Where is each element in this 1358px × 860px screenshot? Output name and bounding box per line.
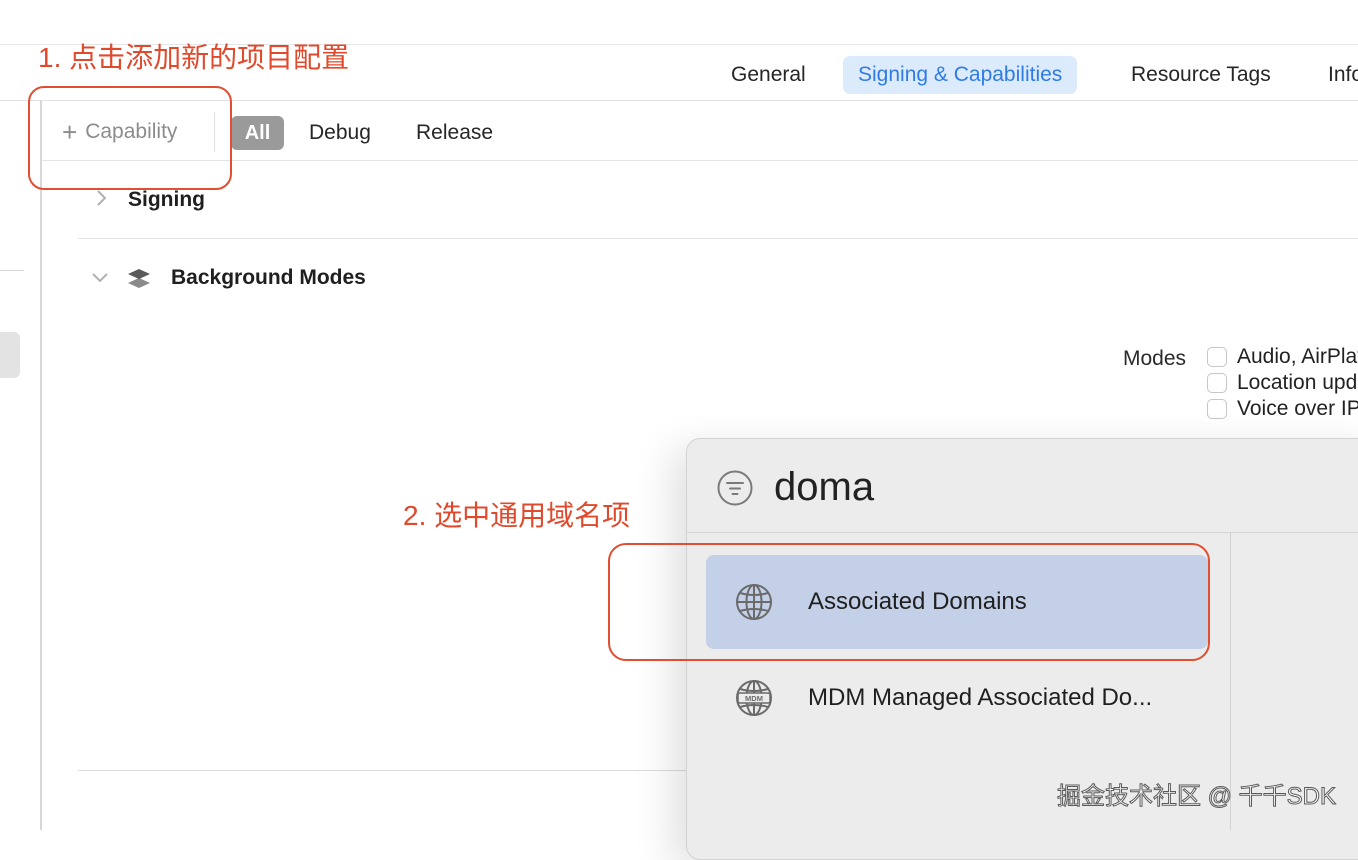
mode-option[interactable]: Location updates [1207,370,1358,396]
filter-release[interactable]: Release [416,116,493,150]
chevron-right-icon[interactable] [94,188,108,214]
tab-signing-capabilities[interactable]: Signing & Capabilities [843,56,1078,94]
mdm-globe-icon: MDM [736,680,772,716]
annotation-step-1: 1. 点击添加新的项目配置 [38,42,350,73]
tab-resource-tags[interactable]: Resource Tags [1131,56,1271,94]
section-signing-title[interactable]: Signing [128,188,205,212]
modes-list: Audio, AirPlay, and Picture in Picture L… [1207,344,1358,444]
mode-option-label: Location updates [1237,371,1358,394]
mode-option-label: Voice over IP [1237,397,1358,420]
chevron-down-icon[interactable] [90,270,110,289]
editor-left-border [40,100,42,830]
toolbar-divider [42,160,1358,161]
tab-info[interactable]: Info [1328,56,1358,94]
filter-all[interactable]: All [231,116,284,150]
navigator-selection[interactable] [0,332,20,378]
section-divider [78,238,1358,239]
filter-debug[interactable]: Debug [309,116,371,150]
layers-icon [125,264,153,297]
capability-search-input[interactable]: doma [774,462,874,512]
watermark: 掘金技术社区 @ 千千SDK [1056,783,1336,811]
mode-option[interactable]: Voice over IP [1207,396,1358,422]
section-background-modes-title[interactable]: Background Modes [171,266,366,290]
modes-label: Modes [1123,347,1187,370]
checkbox[interactable] [1207,399,1227,419]
section-divider [78,770,688,771]
result-mdm-managed-associated-domains[interactable]: MDM MDM Managed Associated Do... [706,651,1208,745]
popup-search-divider [686,532,1358,533]
navigator-divider [0,270,24,271]
annotation-highlight-add-capability [28,86,232,190]
annotation-step-2: 2. 选中通用域名项 [403,500,631,531]
mode-option[interactable]: Audio, AirPlay, and Picture in Picture [1207,344,1358,370]
annotation-highlight-associated-domains [608,543,1210,661]
mode-option-label: Audio, AirPlay, and Picture in Picture [1237,345,1358,368]
tab-info-clip: Info [1328,56,1358,94]
result-label: MDM Managed Associated Do... [808,684,1153,711]
svg-text:MDM: MDM [745,694,763,703]
tab-general[interactable]: General [731,56,806,94]
checkbox[interactable] [1207,347,1227,367]
filter-icon [716,469,754,512]
checkbox[interactable] [1207,373,1227,393]
